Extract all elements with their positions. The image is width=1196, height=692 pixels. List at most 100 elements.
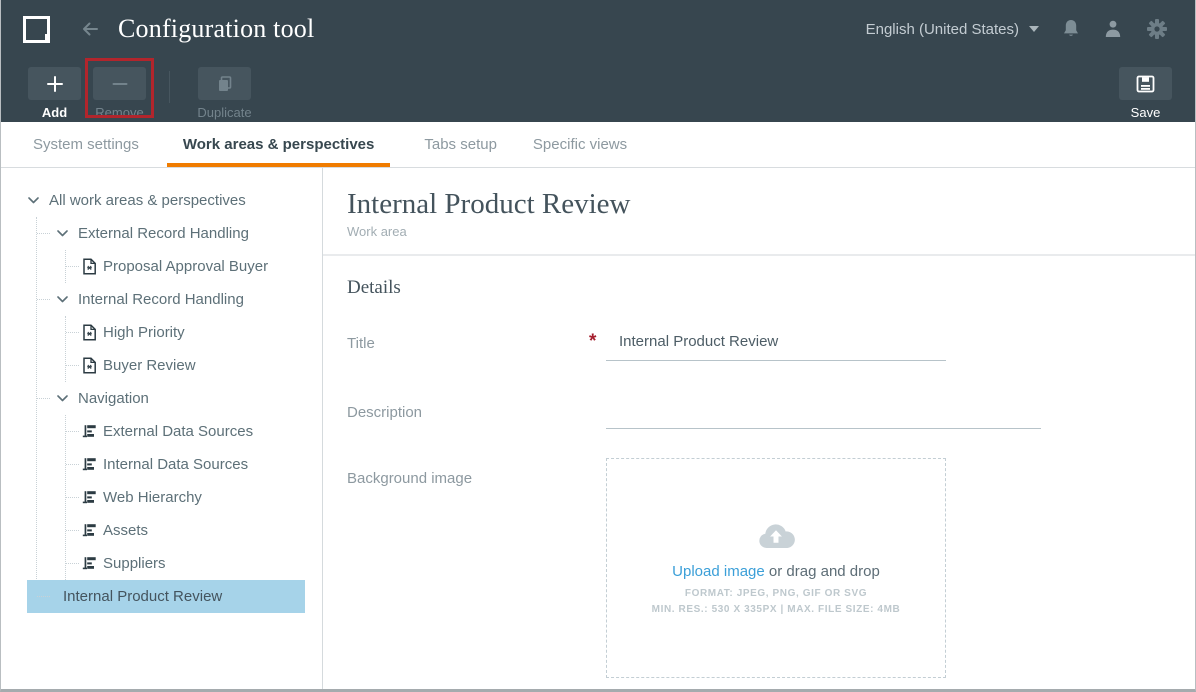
description-field-row: Description — [347, 401, 1195, 429]
tree-item-label: Internal Product Review — [63, 588, 222, 605]
perspective-document-icon — [82, 357, 97, 374]
tree-item-internal-record-handling[interactable]: Internal Record Handling — [37, 283, 322, 316]
tree-connector — [37, 398, 50, 399]
remove-button-face[interactable] — [93, 67, 146, 100]
tree-item-label: Navigation — [78, 390, 149, 407]
tree-item-internal-data-sources[interactable]: Internal Data Sources — [66, 448, 322, 481]
upload-image-link[interactable]: Upload image — [672, 563, 765, 580]
gear-icon — [1145, 17, 1169, 41]
sidebar-tree: All work areas & perspectives External R… — [1, 168, 323, 689]
tree-item-external-data-sources[interactable]: External Data Sources — [66, 415, 322, 448]
details-section: Details Title * Internal Product Review … — [323, 277, 1195, 678]
save-icon — [1136, 75, 1155, 93]
tree-item-label: Proposal Approval Buyer — [103, 258, 268, 275]
remove-button-label: Remove — [95, 105, 143, 120]
tree-connector — [66, 530, 79, 531]
settings-button[interactable] — [1145, 17, 1169, 41]
save-button[interactable]: Save — [1119, 67, 1172, 100]
chevron-down-icon[interactable] — [57, 230, 68, 237]
toolbar-divider — [169, 71, 170, 103]
language-selector[interactable]: English (United States) — [866, 21, 1039, 38]
tree-item-assets[interactable]: Assets — [66, 514, 322, 547]
add-button-face[interactable] — [28, 67, 81, 100]
duplicate-button[interactable]: Duplicate — [198, 67, 251, 100]
tree-item-all-work-areas[interactable]: All work areas & perspectives — [1, 184, 322, 217]
tab-system-settings[interactable]: System settings — [31, 122, 141, 167]
required-asterisk: * — [589, 332, 606, 352]
perspective-document-icon — [82, 258, 97, 275]
chevron-down-icon[interactable] — [57, 395, 68, 402]
tree-connector — [66, 332, 79, 333]
tree-item-label: All work areas & perspectives — [49, 192, 246, 209]
save-button-face[interactable] — [1119, 67, 1172, 100]
tab-tabs-setup[interactable]: Tabs setup — [422, 122, 499, 167]
header-actions: English (United States) — [866, 0, 1169, 58]
upload-size-hint: MIN. RES.: 530 X 335PX | MAX. FILE SIZE:… — [652, 604, 901, 615]
tree-item-label: External Record Handling — [78, 225, 249, 242]
tree-connector — [66, 497, 79, 498]
tree-connector — [66, 266, 79, 267]
duplicate-button-face[interactable] — [198, 67, 251, 100]
content-area: All work areas & perspectives External R… — [1, 168, 1195, 689]
back-button[interactable] — [78, 17, 102, 41]
upload-cloud-icon — [755, 522, 797, 551]
tab-bar: System settings Work areas & perspective… — [1, 122, 1195, 168]
tree-item-internal-product-review[interactable]: Internal Product Review — [27, 580, 305, 613]
tree-item-navigation[interactable]: Navigation — [37, 382, 322, 415]
tree-connector — [37, 596, 50, 597]
page-title: Internal Product Review — [347, 188, 1195, 221]
tree-children: Proposal Approval Buyer — [65, 250, 322, 283]
tree-children: External Record Handling — [36, 217, 322, 613]
hierarchy-icon — [82, 457, 97, 472]
notifications-button[interactable] — [1061, 18, 1081, 40]
app-logo-icon — [23, 16, 50, 43]
chevron-down-icon[interactable] — [28, 197, 39, 204]
tree-connector — [66, 365, 79, 366]
app-title: Configuration tool — [118, 14, 314, 44]
background-image-label: Background image — [347, 456, 589, 487]
user-menu-button[interactable] — [1103, 19, 1123, 39]
title-field-row: Title * Internal Product Review — [347, 332, 1195, 361]
tree-item-label: High Priority — [103, 324, 185, 341]
tab-specific-views[interactable]: Specific views — [531, 122, 629, 167]
details-heading: Details — [347, 277, 1195, 299]
title-block: Internal Product Review Work area — [323, 168, 1195, 239]
tree-item-external-record-handling[interactable]: External Record Handling — [37, 217, 322, 250]
app-header: Configuration tool English (United State… — [1, 0, 1195, 58]
upload-instruction: Upload image or drag and drop — [672, 563, 880, 580]
tree-item-high-priority[interactable]: High Priority — [66, 316, 322, 349]
add-button-label: Add — [42, 105, 67, 120]
minus-icon — [110, 74, 130, 94]
tree-item-label: Suppliers — [103, 555, 166, 572]
image-dropzone[interactable]: Upload image or drag and drop FORMAT: JP… — [606, 458, 946, 678]
tree-item-web-hierarchy[interactable]: Web Hierarchy — [66, 481, 322, 514]
add-button[interactable]: Add — [28, 67, 81, 100]
description-input[interactable] — [606, 401, 1041, 429]
hierarchy-icon — [82, 424, 97, 439]
tree-connector — [66, 464, 79, 465]
perspective-document-icon — [82, 324, 97, 341]
tree-connector — [66, 431, 79, 432]
tree-item-label: Internal Record Handling — [78, 291, 244, 308]
chevron-down-icon[interactable] — [57, 296, 68, 303]
background-image-row: Background image Upload image or drag an… — [347, 456, 1195, 678]
tree-connector — [37, 299, 50, 300]
user-icon — [1103, 19, 1123, 39]
tree-item-label: External Data Sources — [103, 423, 253, 440]
duplicate-icon — [215, 74, 235, 94]
toolbar: Add Remove Duplicate — [1, 58, 1195, 122]
tree-item-buyer-review[interactable]: Buyer Review — [66, 349, 322, 382]
hierarchy-icon — [82, 556, 97, 571]
hierarchy-icon — [82, 490, 97, 505]
tree-connector — [66, 563, 79, 564]
tree-connector — [37, 233, 50, 234]
upload-drag-text: or drag and drop — [765, 563, 880, 580]
tree-item-proposal-approval-buyer[interactable]: Proposal Approval Buyer — [66, 250, 322, 283]
upload-format-hint: FORMAT: JPEG, PNG, GIF OR SVG — [685, 588, 867, 599]
title-field-label: Title — [347, 332, 589, 352]
title-input[interactable]: Internal Product Review — [606, 332, 946, 361]
tree-item-suppliers[interactable]: Suppliers — [66, 547, 322, 580]
tab-work-areas-perspectives[interactable]: Work areas & perspectives — [167, 122, 391, 167]
tree-children: External Data Sources — [65, 415, 322, 580]
remove-button[interactable]: Remove — [93, 67, 146, 100]
